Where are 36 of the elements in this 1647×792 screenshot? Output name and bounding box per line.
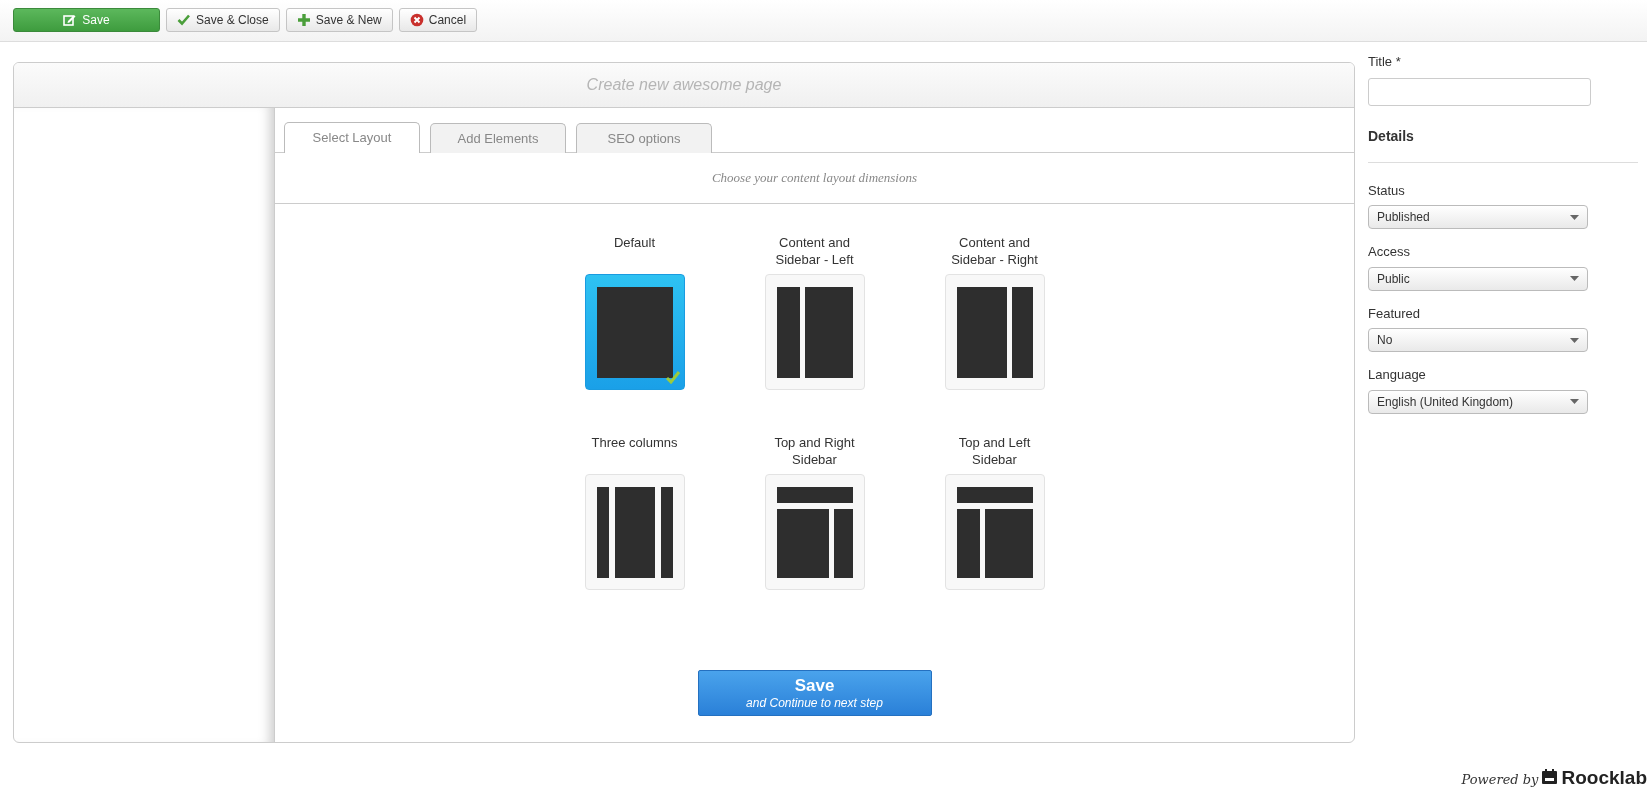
select-field[interactable]: English (United Kingdom): [1368, 389, 1588, 414]
page-heading: Create new awesome page: [586, 75, 782, 95]
caret-icon: [1570, 337, 1579, 343]
layout-label: Default: [612, 234, 657, 252]
toolbar-button[interactable]: Cancel: [398, 8, 478, 32]
continue-button[interactable]: Save and Continue to next step: [697, 670, 932, 716]
edit-icon: [63, 13, 78, 27]
caret-icon: [1570, 276, 1579, 281]
brand-logo-text: Roocklab: [1561, 765, 1647, 790]
tab[interactable]: Select Layout: [284, 122, 420, 153]
cancel-icon: [409, 13, 424, 27]
layout-label: Top and Left Sidebar: [957, 434, 1032, 469]
layout-label: Top and Right Sidebar: [773, 434, 856, 469]
layout-label: Content and Sidebar - Right: [950, 234, 1039, 269]
instruction-text: Choose your content layout dimensions: [711, 169, 918, 188]
field-label: Language: [1368, 366, 1427, 384]
toolbar-button[interactable]: Save & New: [285, 8, 393, 32]
toolbar-button[interactable]: Save & Close: [166, 8, 280, 32]
field-label: Status: [1368, 181, 1406, 200]
powered-by-text: Powered by: [1461, 770, 1539, 789]
check-icon: [177, 13, 191, 27]
section-heading: Details: [1368, 125, 1638, 163]
select-field[interactable]: No: [1368, 328, 1588, 352]
layout-label: Three columns: [590, 434, 679, 452]
field-label: Featured: [1368, 304, 1422, 323]
check-icon: [664, 370, 681, 384]
layout-label: Content and Sidebar - Left: [774, 234, 855, 269]
select-field[interactable]: Public: [1368, 266, 1588, 291]
caret-icon: [1570, 399, 1579, 404]
caret-icon: [1570, 214, 1579, 220]
title-input[interactable]: [1368, 77, 1591, 106]
layout-option[interactable]: [584, 274, 685, 390]
field-label: Access: [1368, 243, 1411, 261]
field-label: Title *: [1368, 53, 1402, 71]
select-field[interactable]: Published: [1368, 205, 1588, 229]
plus-icon: [296, 13, 311, 27]
